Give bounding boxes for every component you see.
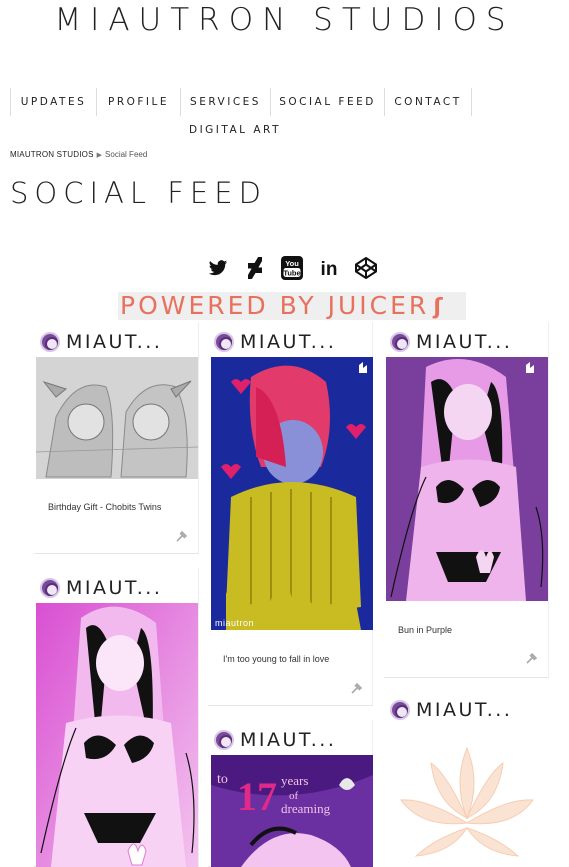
avatar	[390, 332, 410, 352]
share-icon[interactable]	[525, 653, 537, 665]
breadcrumb-separator-icon: ▶	[96, 152, 103, 159]
post-caption: Bun in Purple	[398, 625, 453, 635]
nav-item-updates[interactable]: UPDATES	[10, 88, 96, 116]
nav-item-profile[interactable]: PROFILE	[96, 88, 180, 116]
avatar	[214, 730, 234, 750]
svg-text:Tube: Tube	[283, 269, 300, 278]
feed-post[interactable]: MIAUT... miautron I'm too young to fall …	[208, 322, 373, 706]
main-nav: UPDATES PROFILE SERVICES SOCIAL FEED CON…	[10, 88, 480, 146]
post-author: MIAUT...	[66, 331, 163, 353]
post-image[interactable]: to 17 years of dreaming	[211, 755, 373, 867]
post-caption: Birthday Gift - Chobits Twins	[48, 502, 162, 512]
post-author: MIAUT...	[240, 729, 337, 751]
twitter-icon[interactable]	[205, 255, 231, 281]
post-caption: I'm too young to fall in love	[223, 654, 330, 664]
post-author: MIAUT...	[416, 331, 513, 353]
post-author: MIAUT...	[240, 331, 337, 353]
breadcrumb-home-link[interactable]: MIAUTRON STUDIOS	[10, 150, 94, 159]
deviantart-icon[interactable]	[242, 255, 268, 281]
feed-post[interactable]: MIAUT... Birthday Gift - Chobits Twins	[34, 322, 199, 554]
feed-post[interactable]: MIAUT... Bun in Purple	[384, 322, 549, 678]
post-header[interactable]: MIAUT...	[390, 330, 512, 354]
avatar	[214, 332, 234, 352]
avatar	[40, 578, 60, 598]
linkedin-icon[interactable]: in	[316, 255, 342, 281]
post-image[interactable]: miautron	[211, 357, 373, 630]
post-author: MIAUT...	[416, 699, 513, 721]
art-text: dreaming	[281, 801, 331, 816]
post-header[interactable]: MIAUT...	[214, 728, 336, 752]
youtube-icon[interactable]: You Tube	[279, 255, 305, 281]
nav-item-social-feed[interactable]: SOCIAL FEED	[270, 88, 384, 116]
svg-text:in: in	[321, 259, 338, 278]
share-icon[interactable]	[175, 531, 187, 543]
art-text: 17	[237, 774, 277, 819]
avatar	[390, 700, 410, 720]
art-text: to	[217, 772, 228, 787]
post-image[interactable]	[386, 728, 548, 867]
site-title[interactable]: MIAUTRON STUDIOS	[0, 2, 569, 38]
post-header[interactable]: MIAUT...	[40, 576, 162, 600]
post-image[interactable]	[36, 357, 198, 479]
juicer-logo-icon: ʃ	[433, 295, 446, 320]
post-header[interactable]: MIAUT...	[214, 330, 336, 354]
feed-post[interactable]: MIAUT...	[34, 568, 199, 867]
codepen-icon[interactable]	[353, 255, 379, 281]
svg-text:You: You	[285, 259, 299, 268]
post-image[interactable]	[386, 357, 548, 601]
post-image[interactable]	[36, 603, 198, 867]
nav-item-services[interactable]: SERVICES	[180, 88, 270, 116]
art-text: years	[281, 773, 308, 788]
breadcrumb-current: Social Feed	[105, 150, 148, 159]
image-watermark: miautron	[215, 618, 255, 628]
post-author: MIAUT...	[66, 577, 163, 599]
feed-post[interactable]: MIAUT... to 17 years of dreaming	[208, 720, 373, 867]
nav-item-contact[interactable]: CONTACT	[384, 88, 472, 116]
nav-item-digital-art[interactable]: DIGITAL ART	[185, 116, 285, 144]
powered-by-juicer-link[interactable]: POWERED BY JUICER ʃ	[118, 292, 466, 320]
powered-by-label: POWERED BY JUICER	[120, 292, 430, 320]
page-title: SOCIAL FEED	[10, 176, 267, 210]
breadcrumb: MIAUTRON STUDIOS ▶ Social Feed	[10, 150, 147, 159]
social-icons: You Tube in	[205, 255, 380, 283]
feed-post[interactable]: MIAUT...	[384, 690, 549, 867]
share-icon[interactable]	[350, 683, 362, 695]
avatar	[40, 332, 60, 352]
post-header[interactable]: MIAUT...	[40, 330, 162, 354]
post-header[interactable]: MIAUT...	[390, 698, 512, 722]
